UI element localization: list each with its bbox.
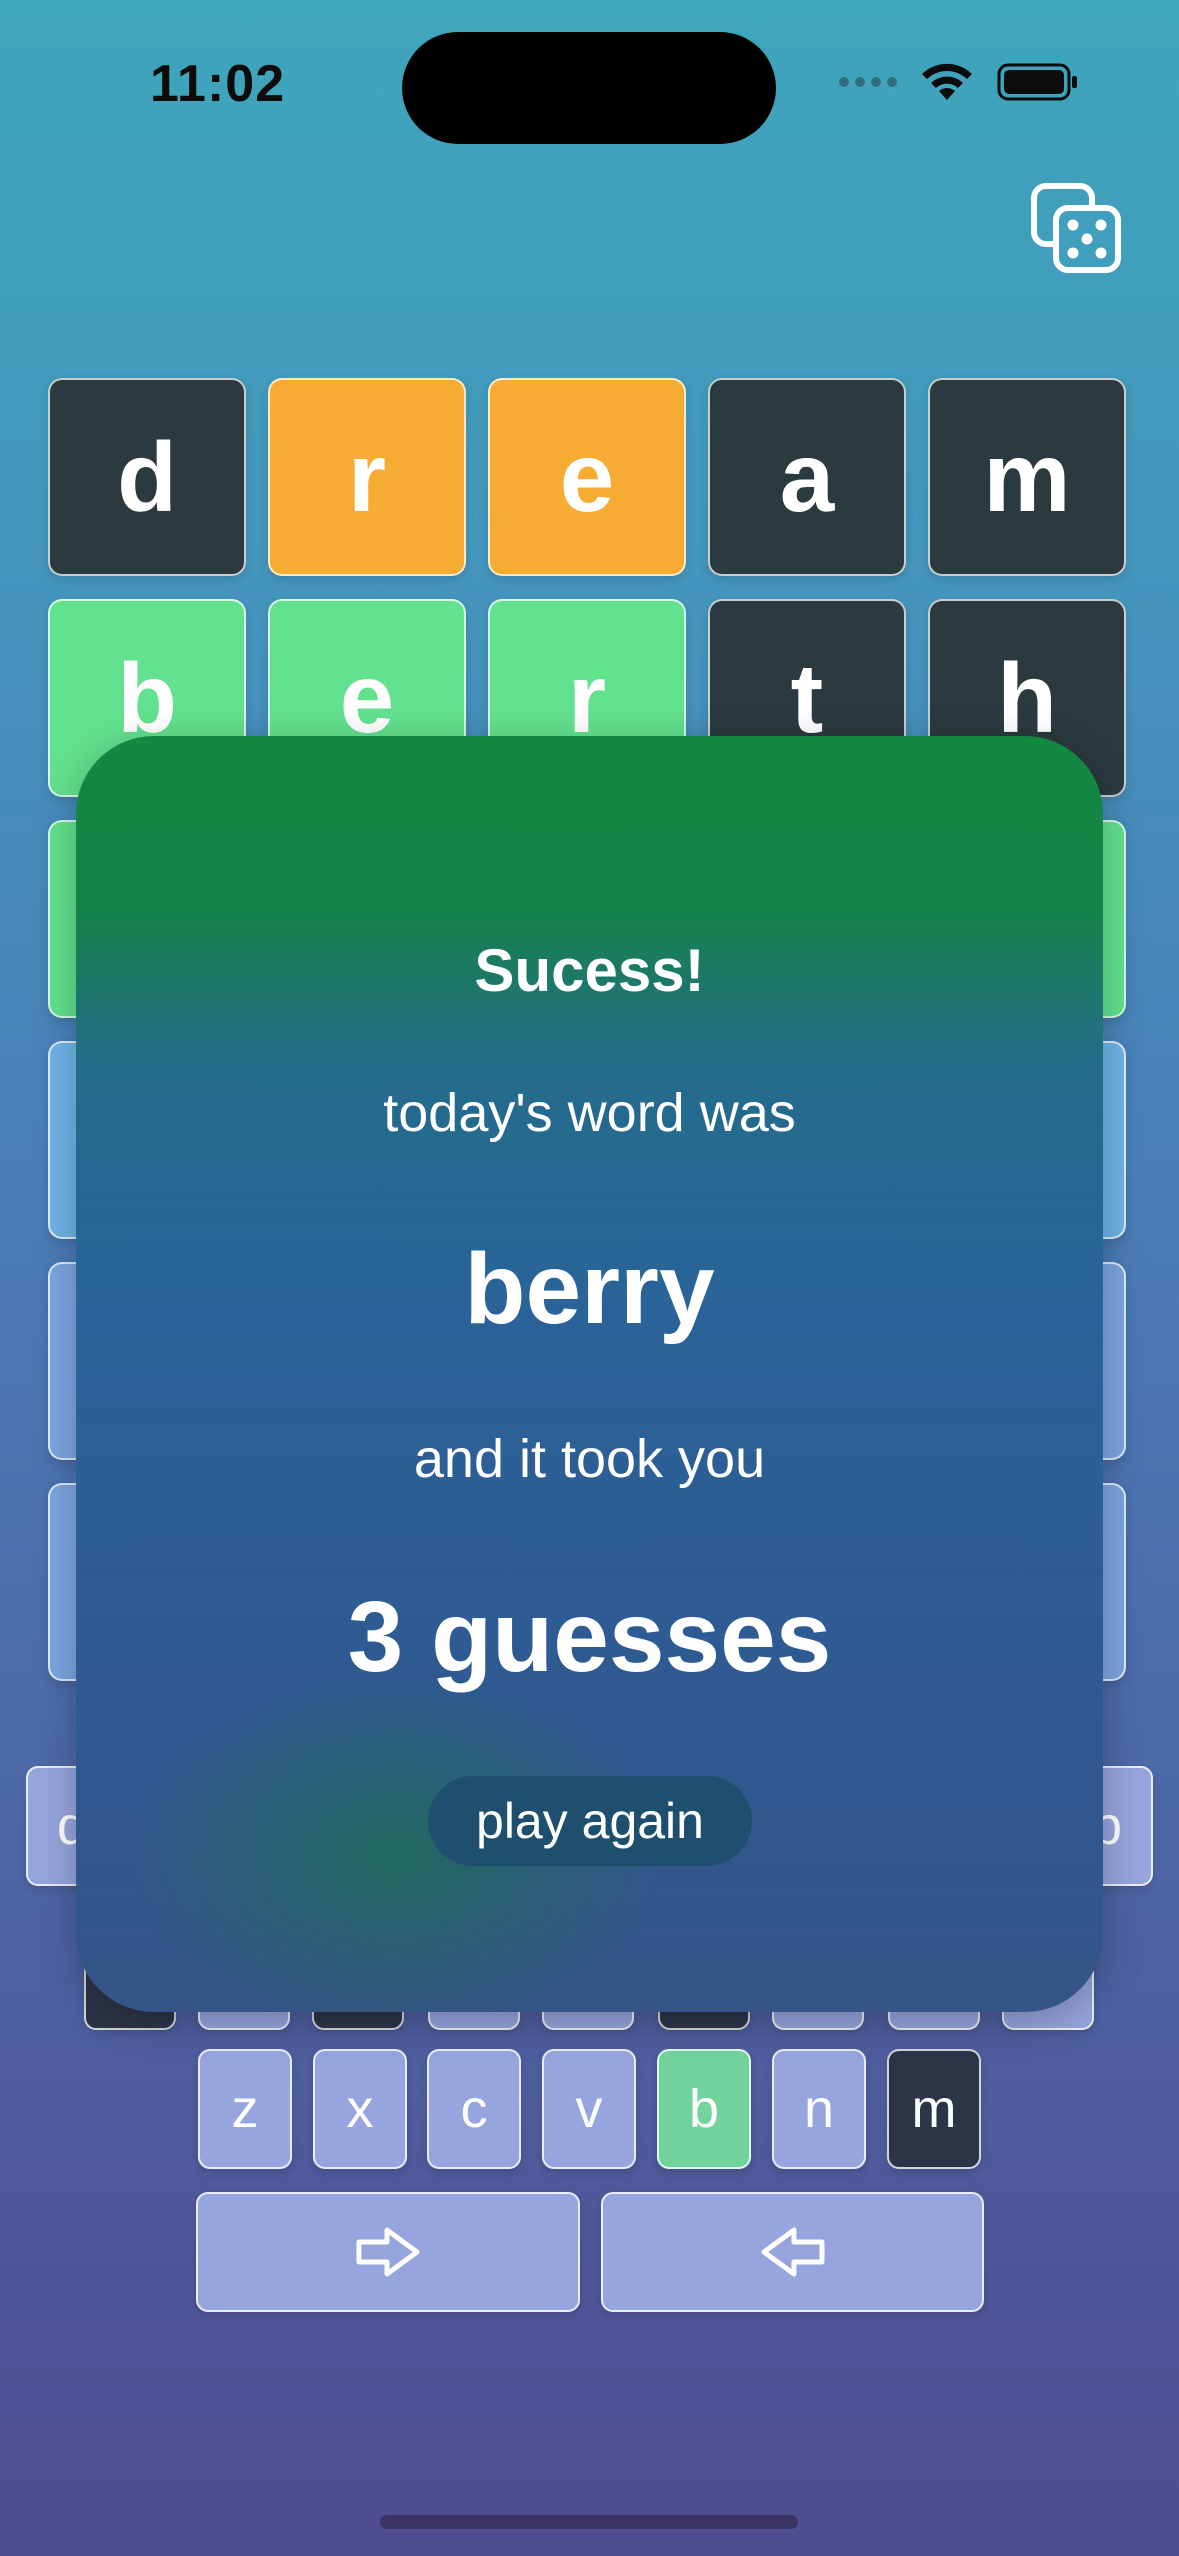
letter-tile: d — [48, 378, 246, 576]
key-m[interactable]: m — [887, 2049, 981, 2169]
arrow-right-icon — [356, 2227, 420, 2277]
letter-tile: m — [928, 378, 1126, 576]
dice-icon — [1031, 183, 1121, 273]
letter-tile: a — [708, 378, 906, 576]
key-x[interactable]: x — [313, 2049, 407, 2169]
arrow-left-icon — [761, 2227, 824, 2277]
delete-key[interactable] — [601, 2192, 984, 2312]
key-n[interactable]: n — [772, 2049, 866, 2169]
letter-tile: e — [488, 378, 686, 576]
guess-count: 3 guesses — [347, 1581, 832, 1693]
key-c[interactable]: c — [427, 2049, 521, 2169]
answer-word: berry — [464, 1233, 715, 1345]
signal-dots-icon — [839, 77, 897, 87]
home-indicator[interactable] — [380, 2515, 798, 2529]
status-time: 11:02 — [150, 55, 286, 113]
dialog-subtitle-word: today's word was — [383, 1083, 796, 1143]
key-b[interactable]: b — [657, 2049, 751, 2169]
key-v[interactable]: v — [542, 2049, 636, 2169]
battery-icon — [997, 63, 1077, 101]
letter-tile: r — [268, 378, 466, 576]
dynamic-island — [402, 32, 776, 144]
key-z[interactable]: z — [198, 2049, 292, 2169]
wifi-icon — [922, 63, 972, 100]
random-word-button[interactable] — [1028, 180, 1124, 276]
guess-row: d r e a m — [48, 378, 1132, 576]
dialog-title: Sucess! — [474, 937, 705, 1004]
status-indicators — [839, 62, 1079, 102]
dialog-subtitle-guesses: and it took you — [413, 1429, 766, 1489]
enter-key[interactable] — [196, 2192, 580, 2312]
play-again-button[interactable]: play again — [428, 1776, 752, 1866]
result-dialog: Sucess! today's word was berry and it to… — [76, 736, 1103, 2012]
